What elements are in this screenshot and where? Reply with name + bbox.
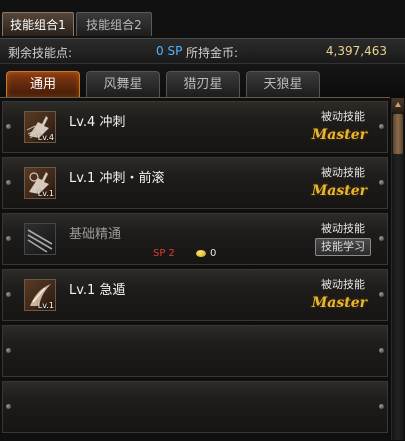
gold-label: 所持金币: xyxy=(186,46,239,60)
tab-blade-hunter[interactable]: 猎刃星 xyxy=(166,71,240,97)
rivet xyxy=(6,292,11,297)
remaining-sp-value: 0 SP xyxy=(156,44,183,58)
skill-row-dash[interactable]: Lv.4 Lv.4 冲刺 被动技能 Master xyxy=(2,101,388,153)
rivet xyxy=(6,180,11,185)
basic-mastery-skill-icon xyxy=(24,223,56,255)
rivet xyxy=(6,404,11,409)
gold-value: 4,397,463 xyxy=(325,44,387,58)
gold-coin-icon xyxy=(196,250,206,257)
master-label: Master xyxy=(311,295,367,311)
skill-row-rush[interactable]: Lv.1 Lv.1 急遁 被动技能 Master xyxy=(2,269,388,321)
remaining-sp-label: 剩余技能点: xyxy=(8,46,73,60)
skill-row-dash-roll[interactable]: Lv.1 Lv.1 冲刺・前滚 被动技能 Master xyxy=(2,157,388,209)
rivet xyxy=(379,292,384,297)
scroll-thumb[interactable] xyxy=(393,114,403,154)
rivet xyxy=(6,124,11,129)
skill-list-scrollbar[interactable] xyxy=(391,98,404,440)
skill-level-badge: Lv.4 xyxy=(37,133,54,142)
rivet xyxy=(6,348,11,353)
master-label: Master xyxy=(311,183,367,199)
class-tabs: 通用 风舞星 猎刃星 天狼星 xyxy=(0,64,405,98)
passive-skill-label: 被动技能 xyxy=(321,166,365,179)
rivet xyxy=(379,404,384,409)
master-label: Master xyxy=(311,127,367,143)
tab-common[interactable]: 通用 xyxy=(6,71,80,97)
skill-level-badge: Lv.1 xyxy=(37,189,54,198)
skill-set-tabs: 技能组合1 技能组合2 xyxy=(0,0,405,40)
rivet xyxy=(379,124,384,129)
empty-skill-row xyxy=(2,325,388,377)
learn-skill-button[interactable]: 技能学习 xyxy=(315,238,371,256)
passive-skill-label: 被动技能 xyxy=(321,222,365,235)
dash-roll-skill-icon: Lv.1 xyxy=(24,167,56,199)
tab-skill-set-2[interactable]: 技能组合2 xyxy=(76,12,152,36)
skill-level-badge: Lv.1 xyxy=(37,301,54,310)
skill-name: 基础精通 xyxy=(69,227,122,242)
scroll-up-icon[interactable] xyxy=(392,98,404,112)
empty-skill-row xyxy=(2,381,388,433)
tab-skill-set-1[interactable]: 技能组合1 xyxy=(2,12,74,36)
sp-cost: SP 2 xyxy=(153,248,175,259)
tab-wind-dancer[interactable]: 风舞星 xyxy=(86,71,160,97)
skill-list: Lv.4 Lv.4 冲刺 被动技能 Master Lv.1 Lv.1 冲刺・前滚… xyxy=(0,97,390,441)
skill-name: Lv.1 急遁 xyxy=(69,283,126,298)
rivet xyxy=(379,348,384,353)
rivet xyxy=(379,180,384,185)
rivet xyxy=(379,236,384,241)
rush-skill-icon: Lv.1 xyxy=(24,279,56,311)
skill-name: Lv.4 冲刺 xyxy=(69,115,126,130)
tab-sirius[interactable]: 天狼星 xyxy=(246,71,320,97)
passive-skill-label: 被动技能 xyxy=(321,110,365,123)
passive-skill-label: 被动技能 xyxy=(321,278,365,291)
skill-name: Lv.1 冲刺・前滚 xyxy=(69,171,165,186)
info-bar: 剩余技能点: 0 SP 所持金币: 4,397,463 xyxy=(0,38,405,64)
gold-cost: 0 xyxy=(210,248,217,259)
skill-row-basic-mastery[interactable]: 基础精通 被动技能 SP 2 0 技能学习 xyxy=(2,213,388,265)
dash-skill-icon: Lv.4 xyxy=(24,111,56,143)
rivet xyxy=(6,236,11,241)
